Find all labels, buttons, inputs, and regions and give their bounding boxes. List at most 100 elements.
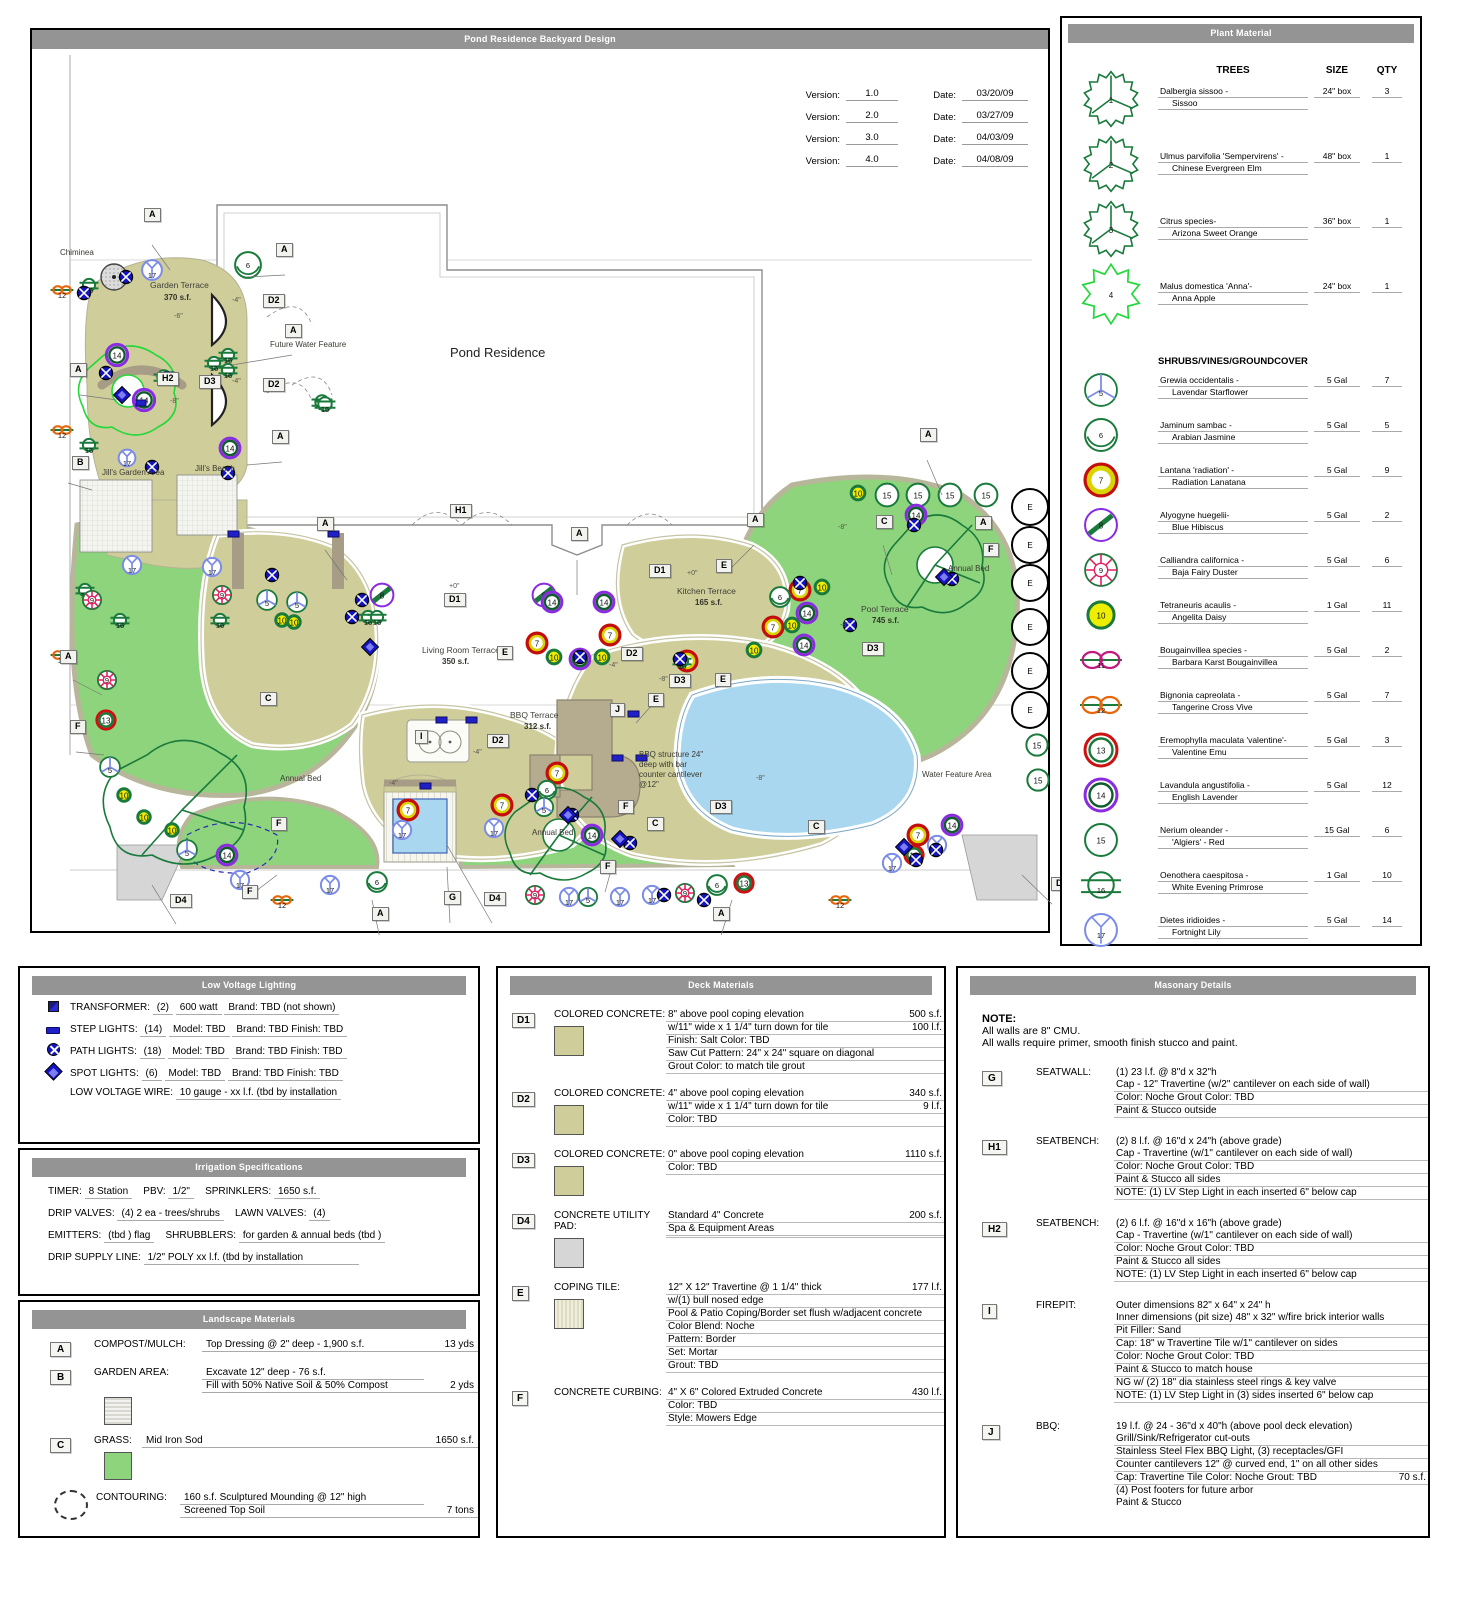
plan-plant-symbol-10: 10 [813,578,831,596]
plan-tag-d3: D3 [862,642,884,656]
site-plan-sheet: Pond Residence Backyard Design Version: … [30,28,1073,935]
masonry-spec-text: Color: Noche Grout Color: TBD [1116,1351,1255,1362]
svg-text:15: 15 [883,492,892,501]
plant-common-name: 'Algiers' - Red [1158,837,1308,849]
area-name-living: Living Room Terrace [422,645,500,655]
plant-qty: 1 [1366,277,1408,293]
plant-botanical-name: Dalbergia sissoo - [1158,86,1308,98]
masonry-spec-text: Cap - Travertine (w/1" cantilever on eac… [1116,1230,1353,1241]
masonry-spec-qty [1416,1325,1426,1336]
plan-plant-symbol-14: 14 [104,342,130,368]
masonry-spec-line: Grill/Sink/Refrigerator cut-outs [1114,1433,1428,1446]
svg-text:16: 16 [1097,886,1105,895]
lm-value: 160 s.f. Sculptured Mounding @ 12" high [180,1492,424,1505]
masonry-spec-qty [1416,1161,1426,1172]
masonry-spec-qty [1416,1390,1426,1401]
svg-text:10: 10 [550,654,559,663]
note-line-2: All walls require primer, smooth finish … [982,1037,1238,1049]
masonry-spec-line: (2) 8 l.f. @ 16"d x 24"h (above grade) [1114,1136,1428,1148]
deck-spec-line: 12" X 12" Travertine @ 1 1/4" thick 177 … [666,1282,944,1295]
plant-botanical-name: Alyogyne huegelii- [1158,510,1308,522]
masonry-spec-qty [1416,1421,1426,1432]
plan-plant-symbol-10: 10 [286,614,302,630]
deck-spec-qty: 9 l.f. [923,1101,942,1112]
masonry-spec-line: Counter cantilevers 12" @ curved end, 1"… [1114,1459,1428,1472]
masonry-spec-qty [1416,1312,1426,1323]
plant-size: 1 Gal [1308,596,1366,612]
plant-legend-row: 12 Bignonia capreolata - Tangerine Cross… [1062,686,1420,731]
lv-label: STEP LIGHTS: [70,1023,138,1035]
masonry-spec-qty [1416,1338,1426,1349]
area-name-pool: Pool Terrace [861,604,909,614]
masonry-spec-text: Color: Noche Grout Color: TBD [1116,1161,1255,1172]
plan-tag-a: A [317,517,334,531]
lv-extra: Brand: TBD (not shown) [224,1002,340,1015]
plant-botanical-name: Grewia occidentalis - [1158,375,1308,387]
svg-text:15: 15 [914,492,923,501]
masonry-caption: FIREPIT: [1036,1300,1077,1311]
plan-tag-f: F [600,860,616,874]
lv-label: TRANSFORMER: [70,1001,150,1013]
masonry-spec-text: Stainless Steel Flex BBQ Light, (3) rece… [1116,1446,1344,1457]
plan-path-light-icon [354,592,370,608]
svg-text:14: 14 [548,599,557,608]
svg-text:12: 12 [836,901,844,910]
plant-botanical-name: Jaminum sambac - [1158,420,1308,432]
plan-tag-a: A [920,428,937,442]
shrubblers-label: SHRUBBLERS: [165,1230,237,1241]
elevation-mark: -4" [232,297,241,304]
masonry-spec-qty [1416,1377,1426,1388]
area-sqft-kitchen: 165 s.f. [695,598,723,607]
masonry-spec-qty [1416,1218,1426,1229]
masonry-details-title: Masonary Details [970,976,1416,995]
deck-spec-line: w/11" wide x 1 1/4" turn down for tile 9… [666,1101,944,1114]
deck-swatch [554,1026,584,1056]
plant-symbol-8: 8 [1062,506,1158,546]
plan-tag-d4: D4 [170,894,192,908]
plan-tag-d1: D1 [649,564,671,578]
plan-plant-symbol-7: 7 [525,631,549,655]
plan-tag-a: A [372,907,389,921]
area-sqft-garden: 370 s.f. [164,293,192,302]
plan-path-light-icon [672,651,688,667]
plan-plant-symbol-15: 15 [973,482,999,508]
masonry-spec-qty [1416,1079,1426,1090]
svg-text:4: 4 [1109,291,1114,300]
plan-plant-symbol-13: 13 [95,709,117,731]
elevation-mark: -8" [659,676,668,683]
lm-tag-c: C [50,1438,72,1453]
masonry-spec-text: Paint & Stucco to match house [1116,1364,1253,1375]
deck-spec-text: w/11" wide x 1 1/4" turn down for tile [668,1101,829,1112]
plan-plant-symbol-10: 10 [274,612,290,628]
masonry-spec-line: Inner dimensions (pit size) 48" x 32" w/… [1114,1312,1428,1325]
masonry-spec-text: Cap: 18" w Travertine Tile w/1" cantilev… [1116,1338,1338,1349]
shrubblers-value: for garden & annual beds (tbd ) [238,1230,386,1243]
lm-label: GRASS: [94,1435,132,1446]
plant-qty: 7 [1366,371,1408,387]
plant-botanical-name: Bougainvillea species - [1158,645,1308,657]
lv-row-spot-lights: SPOT LIGHTS: (6) Model: TBD Brand: TBD F… [20,1062,478,1083]
masonry-spec-line: Paint & Stucco to match house [1114,1364,1428,1377]
plan-plant-symbol-5: 5 [577,886,599,908]
svg-text:15: 15 [1097,837,1106,846]
svg-text:16: 16 [373,618,381,627]
svg-text:14: 14 [800,642,809,651]
annual-bed-label-2: Annual Bed [280,774,322,783]
pbv-label: PBV: [143,1186,166,1197]
plan-plant-symbol-17: 17 [121,554,143,576]
svg-text:E: E [1027,706,1032,715]
plan-path-light-icon [656,887,672,903]
chiminea-label: Chiminea [60,248,94,257]
plant-size: 5 Gal [1308,641,1366,657]
plan-plant-symbol-9: 9 [524,884,546,906]
masonry-spec-line: NG w/ (2) 18" dia stainless steel rings … [1114,1377,1428,1390]
deck-swatch [554,1105,584,1135]
masonry-spec-qty [1416,1092,1426,1103]
svg-text:16: 16 [210,364,218,373]
annual-bed-label-1: Annual Bed [948,564,990,573]
deck-spec-text: w/11" wide x 1 1/4" turn down for tile [668,1022,829,1033]
plan-plant-symbol-10: 10 [593,648,611,666]
plant-size: 5 Gal [1308,776,1366,792]
plan-plant-symbol-17: 17 [881,852,903,874]
masonry-spec-text: NOTE: (1) LV Step Light in each inserted… [1116,1187,1357,1198]
